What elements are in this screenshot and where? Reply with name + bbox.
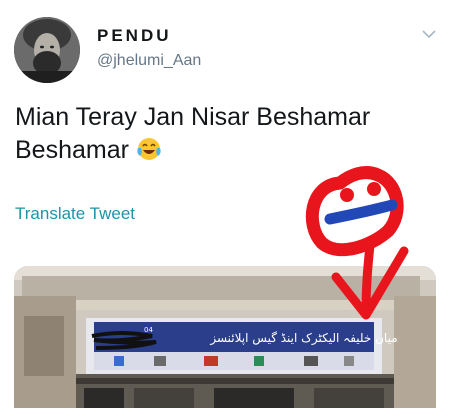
avatar[interactable] [14, 17, 80, 83]
tweet-text: Mian Teray Jan Nisar Beshamar Beshamar [15, 101, 435, 167]
display-name[interactable]: PENDU [97, 26, 172, 46]
face-with-tears-of-joy-icon [137, 138, 161, 160]
chevron-down-icon[interactable] [419, 26, 439, 42]
tweet-body: Mian Teray Jan Nisar Beshamar Beshamar [15, 103, 371, 164]
translate-tweet-link[interactable]: Translate Tweet [15, 204, 135, 224]
user-handle[interactable]: @jhelumi_Aan [97, 52, 201, 70]
avatar-image [14, 17, 80, 83]
shop-sign-number: 04 [144, 326, 153, 334]
tweet-media-image[interactable]: میاں خلیفہ الیکٹرک اینڈ گیس اپلائنسز 04 [14, 266, 436, 408]
shop-sign-text: میاں خلیفہ الیکٹرک اینڈ گیس اپلائنسز [209, 331, 397, 346]
